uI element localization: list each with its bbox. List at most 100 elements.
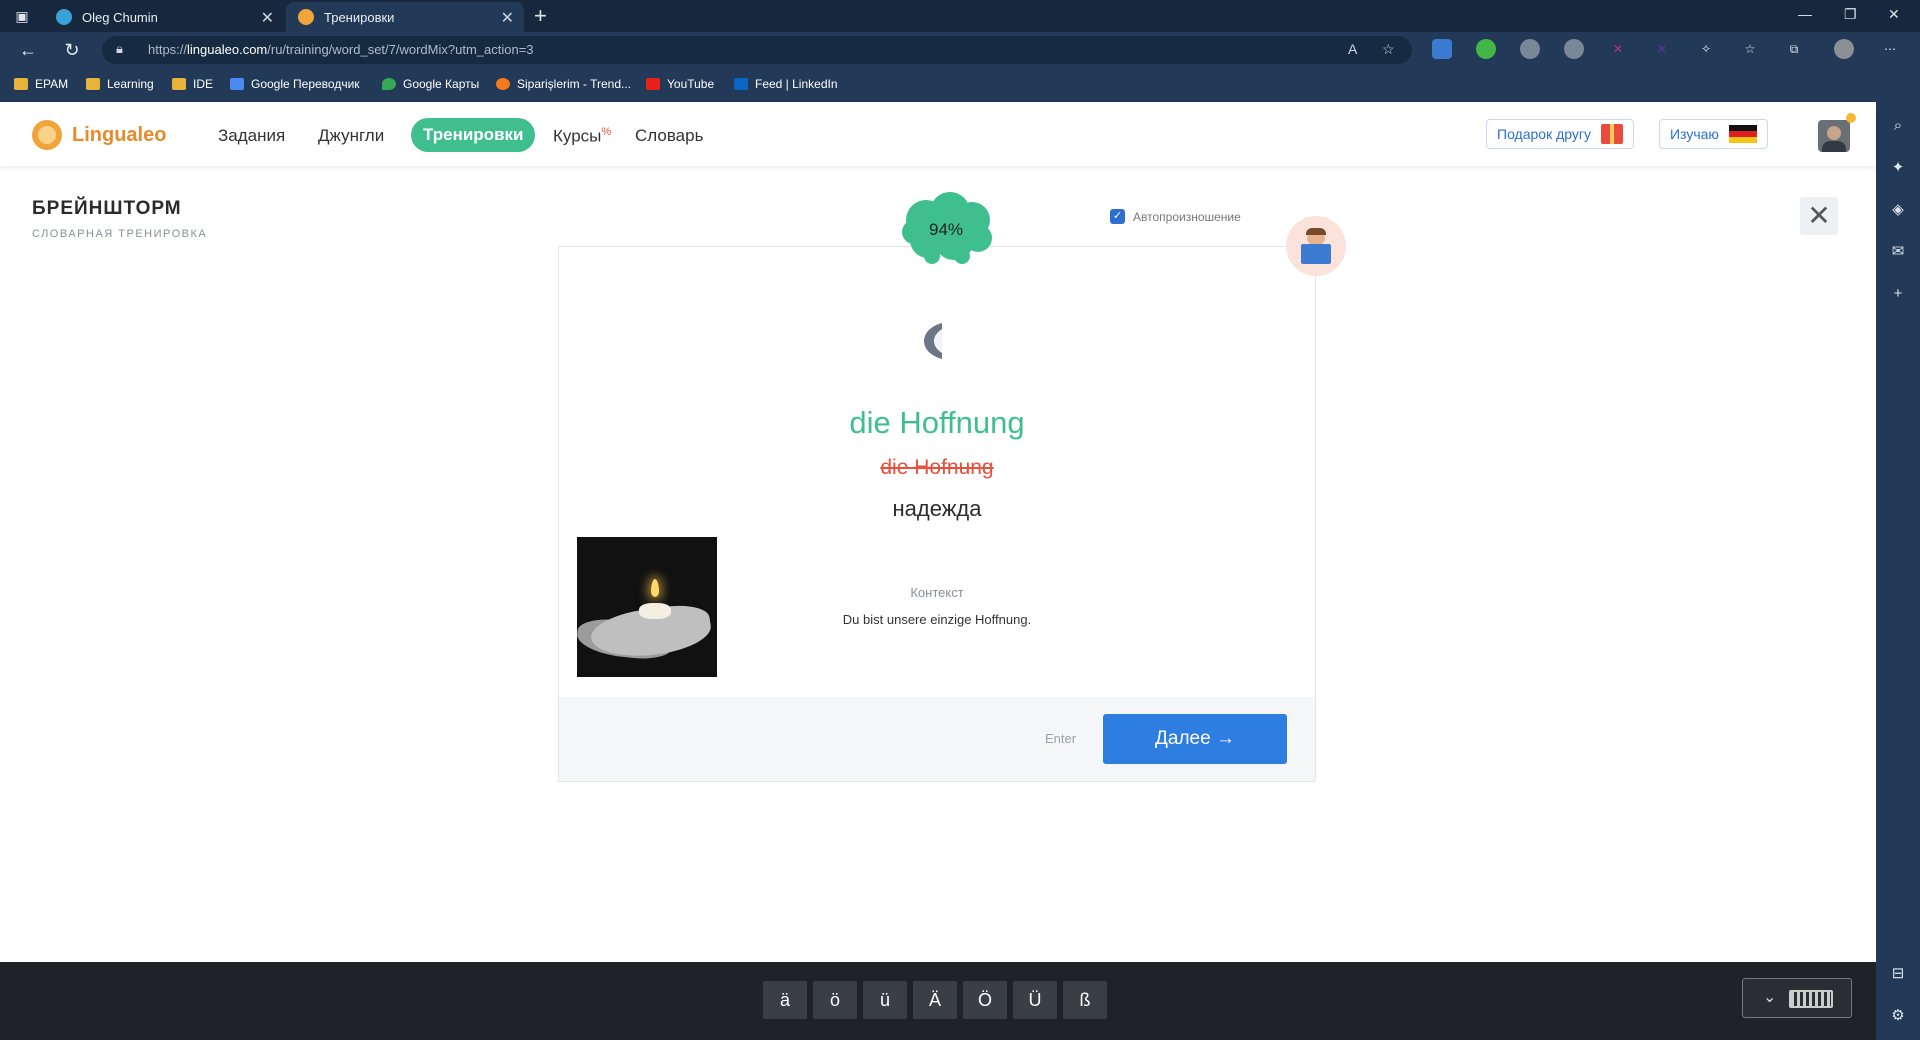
key-A-umlaut[interactable]: Ä — [913, 981, 957, 1019]
more-menu-icon[interactable]: ⋯ — [1880, 39, 1900, 59]
bookmark-label: YouTube — [667, 77, 715, 91]
close-window-icon[interactable]: ✕ — [1888, 6, 1900, 23]
globe-icon — [56, 9, 72, 25]
copilot-icon[interactable]: ✦ — [1888, 158, 1908, 178]
linkedin-icon — [734, 78, 748, 90]
google-maps-icon — [382, 78, 396, 90]
bookmark-trendyol[interactable]: Siparişlerim - Trend... — [496, 77, 631, 91]
nav-dictionary[interactable]: Словарь — [635, 126, 703, 146]
nav-trainings[interactable]: Тренировки — [411, 118, 536, 152]
progress-cloud: 94% — [898, 190, 998, 268]
address-bar[interactable]: 🔒︎ https://lingualeo.com/ru/training/wor… — [102, 36, 1412, 64]
training-title: БРЕЙНШТОРМ — [32, 198, 182, 219]
minimize-icon[interactable]: — — [1798, 6, 1812, 22]
restore-icon[interactable]: ❐ — [1844, 6, 1857, 23]
key-O-umlaut[interactable]: Ö — [963, 981, 1007, 1019]
word-translation: надежда — [892, 496, 982, 521]
url-text[interactable]: https://lingualeo.com/ru/training/word_s… — [148, 42, 534, 57]
gift-icon — [1601, 124, 1623, 144]
lock-icon[interactable]: 🔒︎ — [116, 41, 123, 57]
favorite-star-icon[interactable]: ☆ — [1382, 41, 1395, 58]
bookmark-learning[interactable]: Learning — [86, 77, 154, 91]
extension-icon[interactable] — [1564, 39, 1584, 59]
user-avatar[interactable] — [1818, 120, 1850, 152]
key-U-umlaut[interactable]: Ü — [1013, 981, 1057, 1019]
tab-title: Тренировки — [324, 9, 395, 25]
outlook-icon[interactable]: ✉ — [1888, 242, 1908, 262]
bookmark-epam[interactable]: EPAM — [14, 77, 68, 91]
url-path: /ru/training/word_set/7/wordMix?utm_acti… — [267, 42, 534, 57]
learning-language-button[interactable]: Изучаю — [1659, 119, 1768, 149]
folder-icon — [172, 78, 186, 90]
folder-icon — [86, 78, 100, 90]
browser-nav-bar: ← ↻ 🔒︎ https://lingualeo.com/ru/training… — [0, 32, 1920, 68]
bookmark-label: Google Переводчик — [251, 77, 360, 91]
add-icon[interactable]: + — [1888, 284, 1908, 304]
word-illustration-image — [577, 537, 717, 677]
grammarly-extension-icon[interactable] — [1476, 39, 1496, 59]
google-translate-icon — [230, 78, 244, 90]
favorites-icon[interactable]: ☆ — [1740, 39, 1760, 59]
games-icon[interactable]: ◈ — [1888, 200, 1908, 220]
bookmark-google-translate[interactable]: Google Переводчик — [230, 77, 360, 91]
bookmark-label: EPAM — [35, 77, 69, 91]
speaker-icon[interactable] — [918, 321, 956, 361]
read-aloud-icon[interactable]: A — [1348, 41, 1357, 57]
key-eszett[interactable]: ß — [1063, 981, 1107, 1019]
refresh-icon[interactable]: ↻ — [60, 38, 84, 62]
collections-icon[interactable]: ⧉ — [1784, 39, 1804, 59]
key-a-umlaut[interactable]: ä — [763, 981, 807, 1019]
nav-tasks[interactable]: Задания — [218, 126, 285, 146]
autopronounce-checkbox[interactable]: ✓ — [1110, 209, 1125, 224]
next-button[interactable]: Далее → — [1103, 714, 1287, 764]
training-subtitle: СЛОВАРНАЯ ТРЕНИРОВКА — [32, 228, 208, 240]
nav-jungle[interactable]: Джунгли — [318, 126, 384, 146]
back-icon[interactable]: ← — [16, 38, 40, 62]
close-training-button[interactable]: ✕ — [1800, 197, 1838, 235]
courses-discount-badge: % — [601, 126, 612, 138]
folder-icon — [14, 78, 28, 90]
nav-courses[interactable]: Курсы% — [553, 126, 611, 147]
tab-title: Oleg Chumin — [82, 9, 158, 25]
logo-text[interactable]: Lingualeo — [72, 124, 166, 147]
bookmark-google-maps[interactable]: Google Карты — [382, 77, 479, 91]
keyboard-icon — [1789, 990, 1833, 1008]
gift-friend-button[interactable]: Подарок другу — [1486, 119, 1634, 149]
gift-friend-label: Подарок другу — [1497, 126, 1591, 142]
reading-guide-icon[interactable] — [1286, 216, 1346, 276]
extension-icon[interactable]: ✕ — [1652, 39, 1672, 59]
bookmark-youtube[interactable]: YouTube — [646, 77, 714, 91]
browser-tab-bar: ▣ Oleg Chumin ✕ Тренировки ✕ + — ❐ ✕ — [0, 0, 1920, 32]
lingualeo-logo-icon[interactable] — [32, 120, 62, 150]
autopronounce-label[interactable]: Автопроизношение — [1133, 210, 1241, 224]
extension-icon[interactable] — [1520, 39, 1540, 59]
wrong-answer: die Hofnung — [880, 456, 994, 479]
nav-courses-label: Курсы — [553, 126, 602, 146]
progress-percent: 94% — [928, 220, 964, 239]
keyboard-toggle-button[interactable]: ⌄ — [1742, 978, 1852, 1018]
new-tab-icon[interactable]: + — [534, 3, 547, 29]
tab-trainings[interactable]: Тренировки ✕ — [286, 2, 524, 32]
bookmark-linkedin[interactable]: Feed | LinkedIn — [734, 77, 838, 91]
correct-word: die Hoffnung — [849, 405, 1025, 440]
profile-avatar[interactable] — [1834, 39, 1854, 59]
search-icon[interactable]: ⌕ — [1888, 116, 1908, 136]
tab-actions-icon[interactable]: ▣ — [14, 8, 30, 24]
key-u-umlaut[interactable]: ü — [863, 981, 907, 1019]
youtube-icon — [646, 78, 660, 90]
premium-badge-icon — [1846, 113, 1856, 123]
settings-gear-icon[interactable]: ⚙ — [1888, 1006, 1908, 1026]
tab-oleg-chumin[interactable]: Oleg Chumin ✕ — [44, 2, 284, 32]
extension-x-icon[interactable]: ✕ — [1608, 39, 1628, 59]
close-tab-icon[interactable]: ✕ — [501, 8, 514, 28]
bookmark-ide[interactable]: IDE — [172, 77, 213, 91]
translate-extension-icon[interactable] — [1432, 39, 1452, 59]
close-tab-icon[interactable]: ✕ — [261, 8, 274, 28]
key-o-umlaut[interactable]: ö — [813, 981, 857, 1019]
sidebar-toggle-icon[interactable]: ⊟ — [1888, 964, 1908, 984]
learning-language-label: Изучаю — [1670, 126, 1719, 142]
bookmark-label: IDE — [193, 77, 214, 91]
chevron-down-icon: ⌄ — [1763, 989, 1777, 1006]
extensions-puzzle-icon[interactable]: ✧ — [1696, 39, 1716, 59]
bookmark-label: Feed | LinkedIn — [755, 77, 838, 91]
